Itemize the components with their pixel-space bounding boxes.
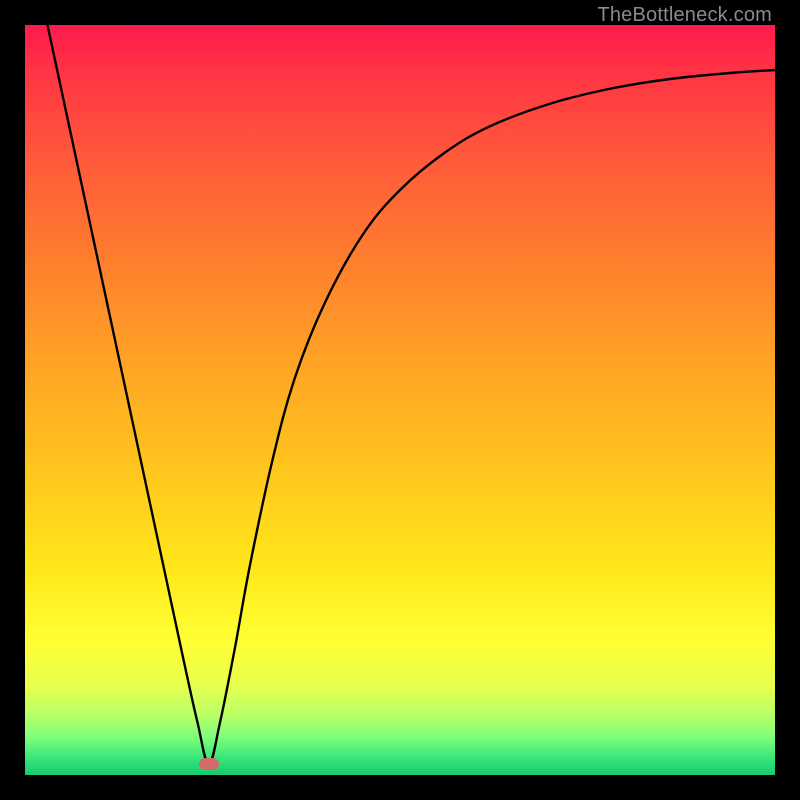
- chart-frame: TheBottleneck.com: [0, 0, 800, 800]
- bottleneck-curve: [25, 25, 775, 775]
- watermark-text: TheBottleneck.com: [597, 4, 772, 27]
- optimum-marker: [199, 758, 219, 770]
- curve-path: [48, 25, 776, 764]
- plot-area: [25, 25, 775, 775]
